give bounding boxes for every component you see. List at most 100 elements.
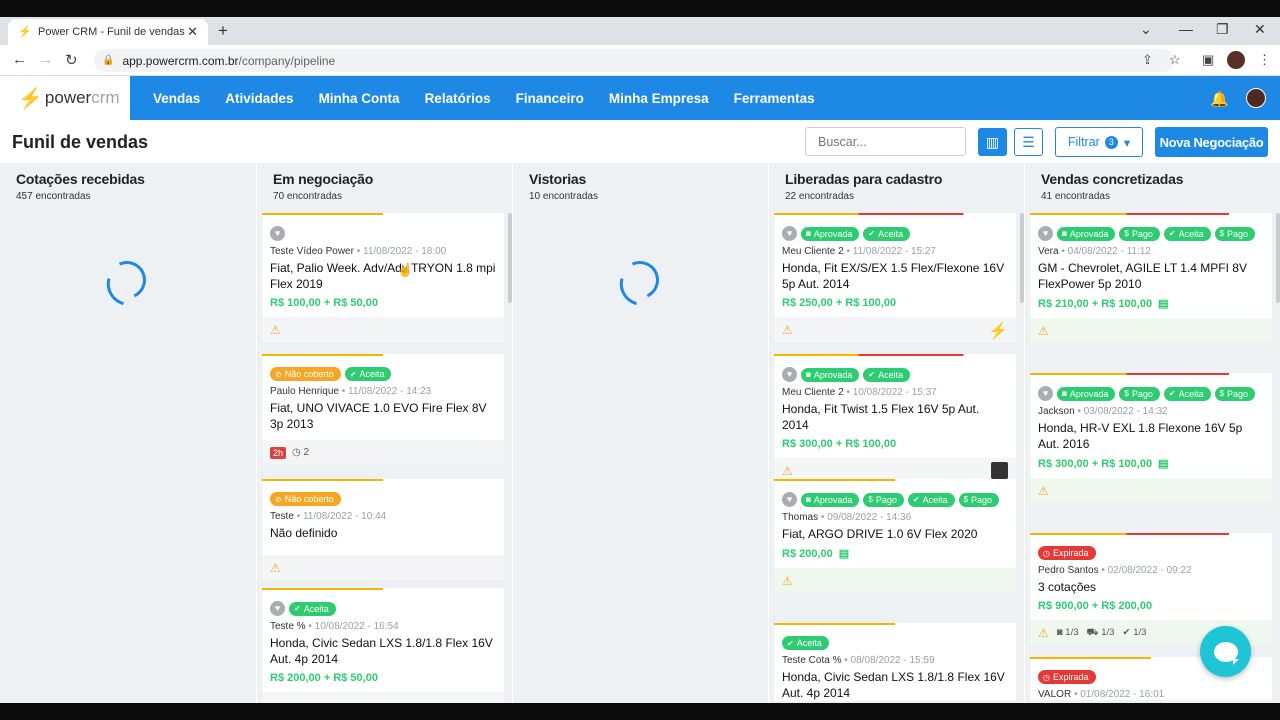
vehicle-name: Honda, Civic Sedan LXS 1.8/1.8 Flex 16V … xyxy=(782,670,1005,700)
deal-card[interactable]: ⊘ Não coberto Teste • 11/08/2022 - 10:44 … xyxy=(262,479,504,580)
share-icon[interactable]: ⇪ xyxy=(1142,52,1153,68)
status-badge: ⊘ Não coberto xyxy=(270,367,341,381)
status-badge: ✔ Aceita xyxy=(1163,226,1211,241)
deal-card[interactable]: ✔ Aceita Teste Cota % • 08/08/2022 - 15:5… xyxy=(774,623,1016,701)
badge-label: Pago xyxy=(1227,388,1249,399)
deal-date: 11/08/2022 - 15:27 xyxy=(852,246,936,257)
minimize-icon[interactable]: — xyxy=(1179,21,1193,37)
status-badge: ⊘ Não coberto xyxy=(270,492,341,506)
search-input[interactable] xyxy=(805,127,966,156)
browser-tab-strip: ⚡ Power CRM - Funil de vendas ✕ + ⌄ — ❐ … xyxy=(0,17,1280,45)
vehicle-name: Honda, Fit EX/S/EX 1.5 Flex/Flexone 16V … xyxy=(782,261,1005,291)
side-panel-icon[interactable]: ▣ xyxy=(1202,52,1214,68)
column-count: 10 encontradas xyxy=(529,191,598,202)
column-scrollbar[interactable] xyxy=(1276,213,1280,303)
client-name: Jackson xyxy=(1038,406,1075,417)
check-circle-icon: ✔ xyxy=(1122,627,1131,638)
receipt-icon: ▤ xyxy=(1158,458,1169,470)
app-header: ⚡ power crm Vendas Atividades Minha Conta… xyxy=(0,76,1280,120)
column-count: 22 encontradas xyxy=(785,191,854,202)
badge-label: Pago xyxy=(1131,388,1153,399)
status-badge: ✔ Aceita xyxy=(863,367,911,382)
nav-financeiro[interactable]: Financeiro xyxy=(516,91,584,106)
badge-label: Aceita xyxy=(878,228,904,239)
client-name: Pedro Santos xyxy=(1038,565,1099,576)
deal-card[interactable]: ♥ Teste Vídeo Power • 11/08/2022 - 18:00… xyxy=(262,213,504,342)
close-tab-icon[interactable]: ✕ xyxy=(187,24,198,40)
new-tab-icon[interactable]: + xyxy=(218,21,228,41)
close-window-icon[interactable]: ✕ xyxy=(1254,21,1266,38)
maximize-icon[interactable]: ❐ xyxy=(1216,21,1229,38)
reload-icon[interactable]: ↻ xyxy=(65,51,78,69)
vehicle-name: Honda, HR-V EXL 1.8 Flexone 16V 5p Aut. … xyxy=(1038,421,1243,451)
status-heart-icon: ♥ xyxy=(270,226,285,241)
badge-label: Aceita xyxy=(359,369,385,379)
status-heart-icon: ♥ xyxy=(270,601,285,616)
status-badge: $ Pago xyxy=(863,492,904,507)
back-arrow-icon[interactable]: ← xyxy=(12,51,27,68)
nav-atividades[interactable]: Atividades xyxy=(225,91,293,106)
new-deal-button[interactable]: Nova Negociação xyxy=(1155,127,1268,157)
status-badge: ✔ Aceita xyxy=(782,636,829,650)
nav-relatorios[interactable]: Relatórios xyxy=(425,91,491,106)
powercrm-logo[interactable]: ⚡ power crm xyxy=(0,76,130,120)
filter-button[interactable]: Filtrar 3 ▾ xyxy=(1055,127,1143,157)
kanban-view-button[interactable]: ▥ xyxy=(978,128,1007,156)
status-badge: ◙ Aprovada xyxy=(801,367,860,382)
url-field[interactable]: 🔒 app.powercrm.com.br/company/pipeline xyxy=(94,49,1174,72)
client-name: Teste Vídeo Power xyxy=(270,246,354,257)
nav-minha-empresa[interactable]: Minha Empresa xyxy=(609,91,709,106)
client-name: Teste xyxy=(270,511,294,522)
vehicle-name: Honda, Civic Sedan LXS 1.8/1.8 Flex 16V … xyxy=(270,636,493,666)
deal-card[interactable]: ♥ ◙ Aprovada $ Pago ✔ Aceita $ Pago Thomas •… xyxy=(774,479,1016,593)
card-footer: ⚠ ⚡ xyxy=(774,317,1016,342)
badge-label: Não coberto xyxy=(284,369,334,379)
receipt-icon: ▤ xyxy=(1158,298,1169,310)
deal-date: 11/08/2022 - 10:44 xyxy=(302,511,387,522)
status-badge: ◙ Aprovada xyxy=(801,492,860,507)
badge-label: Aceita xyxy=(922,494,948,505)
deal-card[interactable]: ♥ ✔ Aceita Teste % • 10/08/2022 - 16:54 H… xyxy=(262,588,504,717)
notifications-bell-icon[interactable]: 🔔 xyxy=(1210,90,1229,108)
column-vendas-concretizadas: Vendas concretizadas 41 encontradas ♥ ◙ A… xyxy=(1024,163,1280,703)
deal-card[interactable]: ♥ ◙ Aprovada ✔ Aceita Meu Cliente 2 • 11/0… xyxy=(774,213,1016,342)
deal-date: 11/08/2022 - 14:23 xyxy=(348,386,432,397)
status-badge: ◙ Aprovada xyxy=(1057,386,1116,401)
deal-card[interactable]: ♥ ◙ Aprovada $ Pago ✔ Aceita $ Pago Vera • 0… xyxy=(1030,213,1272,343)
list-view-button[interactable]: ☰ xyxy=(1014,128,1043,156)
client-name: Paulo Henrique xyxy=(270,386,339,397)
warning-icon: ⚠ xyxy=(270,322,281,337)
card-footer: ⚠ xyxy=(774,568,1016,593)
client-name: Thomas xyxy=(782,512,819,523)
deal-date: 03/08/2022 - 14:32 xyxy=(1083,406,1168,417)
client-name: Teste % xyxy=(270,621,306,632)
tab-search-icon[interactable]: ⌄ xyxy=(1140,21,1152,38)
forward-arrow-icon[interactable]: → xyxy=(38,51,53,68)
deal-date: 02/08/2022 - 09:22 xyxy=(1107,565,1192,576)
status-heart-icon: ♥ xyxy=(782,492,797,507)
deal-card[interactable]: ⊘ Não coberto ✔ Aceita Paulo Henrique • 11… xyxy=(262,354,504,465)
vehicle-name: Não definido xyxy=(270,526,338,540)
column-title: Vistorias xyxy=(529,171,587,187)
badge-label: Aprovada xyxy=(813,228,853,239)
browser-profile-avatar[interactable] xyxy=(1227,51,1245,69)
loading-spinner-icon xyxy=(102,255,152,305)
column-title: Em negociação xyxy=(273,171,374,187)
browser-tab[interactable]: ⚡ Power CRM - Funil de vendas ✕ xyxy=(8,19,208,45)
nav-vendas[interactable]: Vendas xyxy=(153,91,200,106)
powercrm-favicon-icon: ⚡ xyxy=(18,26,32,38)
deal-card[interactable]: ♥ ◙ Aprovada ✔ Aceita Meu Cliente 2 • 10/0… xyxy=(774,354,1016,483)
chat-button[interactable] xyxy=(1200,626,1251,677)
nav-minha-conta[interactable]: Minha Conta xyxy=(319,91,400,106)
browser-menu-icon[interactable]: ⋮ xyxy=(1258,52,1271,68)
time-badge: 2h xyxy=(270,446,287,459)
column-title: Liberadas para cadastro xyxy=(785,171,943,187)
page-title: Funil de vendas xyxy=(12,132,149,152)
status-badge: ◷ Expirada xyxy=(1038,546,1096,560)
status-badge: ◙ Aprovada xyxy=(801,226,860,241)
car-icon: ⛟ xyxy=(1086,626,1099,638)
deal-card[interactable]: ♥ ◙ Aprovada $ Pago ✔ Aceita $ Pago Jackson … xyxy=(1030,373,1272,503)
user-avatar[interactable] xyxy=(1246,88,1266,108)
bookmark-star-icon[interactable]: ☆ xyxy=(1169,52,1181,68)
nav-ferramentas[interactable]: Ferramentas xyxy=(734,91,815,106)
